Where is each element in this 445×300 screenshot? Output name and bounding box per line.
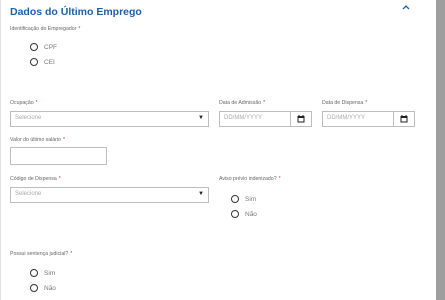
radio-sentence-no[interactable]: Não bbox=[30, 283, 56, 293]
radio-cpf[interactable]: CPF bbox=[30, 42, 57, 52]
radio-cei-label: CEI bbox=[44, 58, 55, 66]
occupation-placeholder: Selecione bbox=[15, 115, 42, 121]
dismissal-date-placeholder: DD/MM/YYYY bbox=[327, 115, 366, 121]
last-salary-input[interactable] bbox=[10, 147, 107, 165]
occupation-select[interactable]: Selecione ▼ bbox=[10, 111, 209, 127]
dismissal-date-input[interactable]: DD/MM/YYYY bbox=[322, 111, 415, 127]
radio-cpf-label: CPF bbox=[44, 43, 57, 51]
occupation-label-text: Ocupação bbox=[10, 100, 34, 106]
radio-circle-icon[interactable] bbox=[231, 210, 239, 218]
admission-date-label-text: Data de Admissão bbox=[219, 100, 262, 106]
employer-id-label-text: Identificação do Empregador bbox=[10, 26, 77, 32]
admission-date-label: Data de Admissão * bbox=[219, 100, 265, 106]
scrollbar[interactable] bbox=[436, 0, 445, 300]
required-mark: * bbox=[58, 176, 61, 182]
radio-sentence-no-label: Não bbox=[44, 284, 56, 292]
required-mark: * bbox=[263, 100, 266, 106]
radio-cei[interactable]: CEI bbox=[30, 57, 55, 67]
radio-circle-icon[interactable] bbox=[231, 195, 239, 203]
dismissal-code-label: Código de Dispensa * bbox=[10, 176, 61, 182]
dismissal-code-placeholder: Selecione bbox=[15, 191, 42, 197]
required-mark: * bbox=[62, 137, 65, 143]
calendar-icon[interactable] bbox=[290, 112, 311, 126]
last-job-section: Dados do Último Emprego Identificação do… bbox=[0, 0, 437, 300]
chevron-down-icon[interactable]: ▼ bbox=[198, 191, 204, 197]
calendar-icon[interactable] bbox=[393, 112, 414, 126]
required-mark: * bbox=[70, 251, 73, 257]
radio-circle-icon[interactable] bbox=[30, 284, 38, 292]
occupation-label: Ocupação * bbox=[10, 100, 38, 106]
radio-sentence-yes-label: Sim bbox=[44, 269, 56, 277]
radio-notice-yes-label: Sim bbox=[245, 195, 257, 203]
radio-circle-icon[interactable] bbox=[30, 58, 38, 66]
admission-date-placeholder: DD/MM/YYYY bbox=[224, 115, 263, 121]
notice-indemnified-label-text: Aviso prévio indenizado? bbox=[219, 176, 277, 182]
radio-circle-icon[interactable] bbox=[30, 269, 38, 277]
section-title: Dados do Último Emprego bbox=[10, 6, 142, 18]
chevron-down-icon[interactable]: ▼ bbox=[198, 115, 204, 121]
required-mark: * bbox=[35, 100, 38, 106]
required-mark: * bbox=[278, 176, 281, 182]
radio-notice-no-label: Não bbox=[245, 210, 257, 218]
required-mark: * bbox=[78, 26, 81, 32]
radio-circle-icon[interactable] bbox=[30, 43, 38, 51]
radio-notice-yes[interactable]: Sim bbox=[231, 194, 256, 204]
dismissal-code-label-text: Código de Dispensa bbox=[10, 176, 57, 182]
radio-sentence-yes[interactable]: Sim bbox=[30, 268, 55, 278]
chevron-up-icon[interactable] bbox=[400, 1, 412, 13]
required-mark: * bbox=[365, 100, 368, 106]
dismissal-date-label-text: Data de Dispensa bbox=[322, 100, 364, 106]
dismissal-code-select[interactable]: Selecione ▼ bbox=[10, 187, 209, 203]
employer-id-label: Identificação do Empregador * bbox=[10, 26, 80, 32]
last-salary-label: Valor do último salário * bbox=[10, 137, 65, 143]
notice-indemnified-label: Aviso prévio indenizado? * bbox=[219, 176, 281, 182]
court-sentence-label: Possui sentença judicial? * bbox=[10, 251, 72, 257]
admission-date-input[interactable]: DD/MM/YYYY bbox=[219, 111, 312, 127]
radio-notice-no[interactable]: Não bbox=[231, 209, 257, 219]
last-salary-label-text: Valor do último salário bbox=[10, 137, 61, 143]
dismissal-date-label: Data de Dispensa * bbox=[322, 100, 367, 106]
court-sentence-label-text: Possui sentença judicial? bbox=[10, 251, 69, 257]
